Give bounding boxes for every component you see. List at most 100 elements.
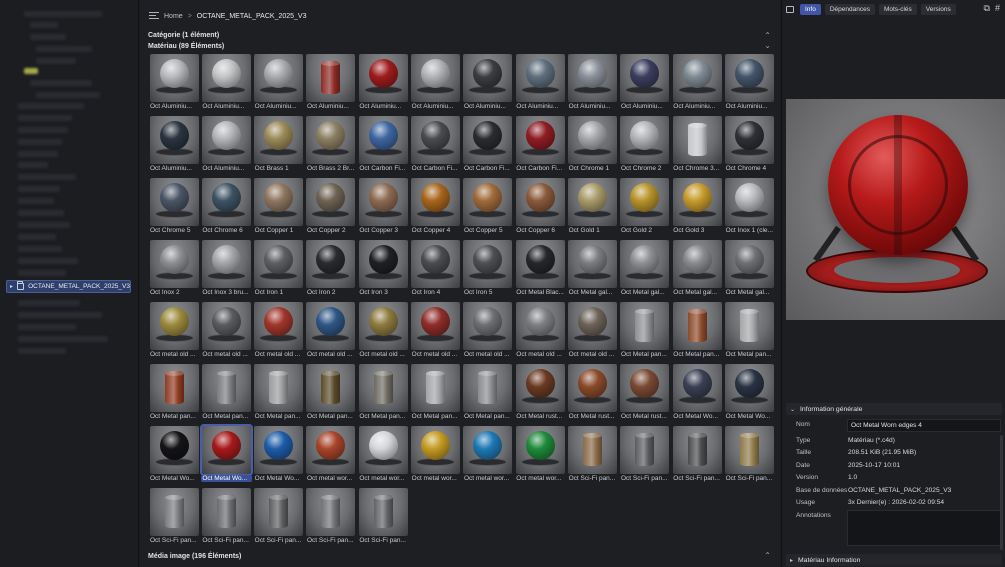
- material-tile[interactable]: Oct Copper 3: [357, 178, 409, 240]
- material-tile[interactable]: Oct Brass 1: [253, 116, 305, 178]
- material-tile[interactable]: Oct Metal rust...: [619, 364, 671, 426]
- material-tile[interactable]: Oct Metal pan...: [305, 364, 357, 426]
- chevron-down-icon[interactable]: ⌄: [790, 406, 795, 413]
- material-tile[interactable]: Oct Copper 2: [305, 178, 357, 240]
- material-tile[interactable]: Oct Metal gal...: [671, 240, 723, 302]
- material-tile[interactable]: Oct Aluminiu...: [148, 116, 200, 178]
- material-tile[interactable]: Oct Aluminiu...: [200, 116, 252, 178]
- section-media-title[interactable]: Média image (196 Éléments): [148, 553, 241, 560]
- material-tile[interactable]: Oct Iron 4: [410, 240, 462, 302]
- material-tile[interactable]: Oct metal old ...: [514, 302, 566, 364]
- material-tile[interactable]: Oct Sci-Fi pan...: [148, 488, 200, 550]
- section-materials-title[interactable]: Matériau (89 Éléments): [148, 43, 224, 50]
- material-tile[interactable]: Oct Metal gal...: [724, 240, 776, 302]
- tree-row[interactable]: [30, 34, 66, 40]
- material-tile[interactable]: Oct Metal pan...: [724, 302, 776, 364]
- material-tile[interactable]: Oct metal old ...: [410, 302, 462, 364]
- tree-row[interactable]: [36, 58, 76, 64]
- tree-row[interactable]: [18, 210, 64, 216]
- material-tile[interactable]: Oct Aluminiu...: [357, 54, 409, 116]
- material-tile[interactable]: Oct Metal rust...: [567, 364, 619, 426]
- material-tile[interactable]: Oct Sci-Fi pan...: [567, 426, 619, 488]
- tree-row[interactable]: [18, 115, 72, 121]
- material-tile[interactable]: Oct Iron 1: [253, 240, 305, 302]
- inspector-scrollbar[interactable]: [1000, 435, 1003, 550]
- material-tile[interactable]: Oct Sci-Fi pan...: [671, 426, 723, 488]
- material-tile[interactable]: Oct Aluminiu...: [567, 54, 619, 116]
- material-tile[interactable]: Oct metal wor...: [514, 426, 566, 488]
- material-tile[interactable]: Oct Sci-Fi pan...: [357, 488, 409, 550]
- tree-row[interactable]: [18, 336, 108, 342]
- tree-row[interactable]: [18, 348, 66, 354]
- material-tile[interactable]: Oct Carbon Fi...: [514, 116, 566, 178]
- material-tile[interactable]: Oct Metal rust...: [514, 364, 566, 426]
- tree-row[interactable]: [36, 92, 100, 98]
- material-tile[interactable]: Oct metal old ...: [567, 302, 619, 364]
- material-tile[interactable]: Oct Metal pan...: [671, 302, 723, 364]
- material-tile[interactable]: Oct Metal Wo...: [148, 426, 200, 488]
- material-tile[interactable]: Oct metal wor...: [305, 426, 357, 488]
- breadcrumb-home[interactable]: Home: [164, 13, 183, 20]
- tree-row[interactable]: [18, 312, 102, 318]
- material-info-header[interactable]: ▸ Matériau Information: [786, 554, 1002, 566]
- material-tile[interactable]: Oct metal old ...: [462, 302, 514, 364]
- material-tile[interactable]: Oct Chrome 6: [200, 178, 252, 240]
- material-tile[interactable]: Oct metal old ...: [253, 302, 305, 364]
- tree-row[interactable]: [18, 162, 48, 168]
- material-tile[interactable]: Oct Iron 3: [357, 240, 409, 302]
- material-tile[interactable]: Oct Gold 1: [567, 178, 619, 240]
- tree-row[interactable]: [18, 127, 68, 133]
- material-tile[interactable]: Oct Sci-Fi pan...: [253, 488, 305, 550]
- copy-icon[interactable]: ⧉: [984, 3, 990, 14]
- annotations-field[interactable]: [847, 510, 1001, 546]
- tree-row[interactable]: [18, 103, 84, 109]
- tree-row[interactable]: [24, 11, 102, 17]
- material-tile[interactable]: Oct Chrome 5: [148, 178, 200, 240]
- tree-row[interactable]: [18, 174, 76, 180]
- material-tile[interactable]: Oct metal wor...: [357, 426, 409, 488]
- material-tile[interactable]: Oct Brass 2 Br...: [305, 116, 357, 178]
- material-tile[interactable]: Oct Chrome 3...: [671, 116, 723, 178]
- tree-row[interactable]: [18, 151, 58, 157]
- tree-row[interactable]: [24, 68, 38, 74]
- chevron-right-icon[interactable]: ▸: [790, 557, 793, 564]
- tree-row[interactable]: [18, 222, 70, 228]
- tree-row[interactable]: [18, 198, 54, 204]
- chevron-down-icon[interactable]: ⌄: [764, 41, 771, 50]
- tree-row[interactable]: [18, 270, 66, 276]
- material-tile[interactable]: Oct Chrome 1: [567, 116, 619, 178]
- material-tile[interactable]: Oct Copper 5: [462, 178, 514, 240]
- material-tile[interactable]: Oct Metal Wo...: [199, 424, 253, 488]
- material-tile[interactable]: Oct metal old ...: [148, 302, 200, 364]
- material-tile[interactable]: Oct metal wor...: [462, 426, 514, 488]
- material-tile[interactable]: Oct Aluminiu...: [462, 54, 514, 116]
- material-tile[interactable]: Oct Metal Blac...: [514, 240, 566, 302]
- material-tile[interactable]: Oct Copper 6: [514, 178, 566, 240]
- material-tile[interactable]: Oct Chrome 2: [619, 116, 671, 178]
- material-tile[interactable]: Oct Aluminiu...: [305, 54, 357, 116]
- material-tile[interactable]: Oct Carbon Fi...: [357, 116, 409, 178]
- material-tile[interactable]: Oct Gold 3: [671, 178, 723, 240]
- tree-row[interactable]: [18, 186, 60, 192]
- tab-versions[interactable]: Versions: [920, 4, 956, 15]
- material-tile[interactable]: Oct Sci-Fi pan...: [200, 488, 252, 550]
- material-tile[interactable]: Oct Metal pan...: [200, 364, 252, 426]
- material-tile[interactable]: Oct metal old ...: [305, 302, 357, 364]
- material-tile[interactable]: Oct Carbon Fi...: [462, 116, 514, 178]
- material-tile[interactable]: Oct Aluminiu...: [148, 54, 200, 116]
- material-tile[interactable]: Oct Metal pan...: [462, 364, 514, 426]
- tree-row[interactable]: [18, 258, 78, 264]
- tree-row[interactable]: [18, 324, 76, 330]
- material-tile[interactable]: Oct Chrome 4: [724, 116, 776, 178]
- tree-row[interactable]: [30, 22, 58, 28]
- material-tile[interactable]: Oct Metal pan...: [410, 364, 462, 426]
- material-tile[interactable]: Oct Aluminiu...: [619, 54, 671, 116]
- material-tile[interactable]: Oct Iron 2: [305, 240, 357, 302]
- tree-row[interactable]: [18, 246, 62, 252]
- tree-row[interactable]: [18, 234, 56, 240]
- material-tile[interactable]: Oct Iron 5: [462, 240, 514, 302]
- material-tile[interactable]: Oct Aluminiu...: [671, 54, 723, 116]
- material-tile[interactable]: Oct Aluminiu...: [514, 54, 566, 116]
- tab-keywords[interactable]: Mots-clés: [878, 4, 917, 15]
- material-tile[interactable]: Oct Metal gal...: [619, 240, 671, 302]
